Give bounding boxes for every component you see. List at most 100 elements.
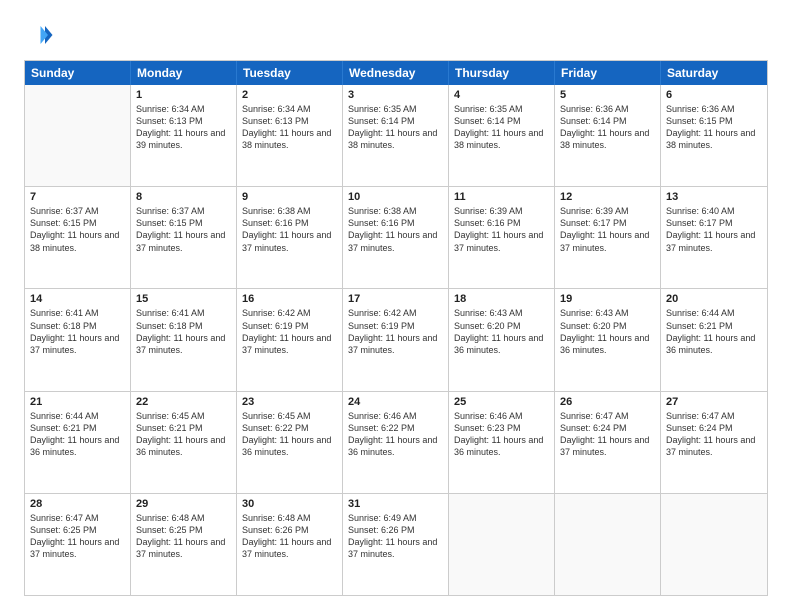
cell-info: Sunrise: 6:38 AMSunset: 6:16 PMDaylight:…	[242, 205, 337, 254]
logo	[24, 20, 58, 50]
cell-info: Sunrise: 6:44 AMSunset: 6:21 PMDaylight:…	[30, 410, 125, 459]
cell-info: Sunrise: 6:47 AMSunset: 6:25 PMDaylight:…	[30, 512, 125, 561]
day-number: 30	[242, 498, 337, 510]
cell-info: Sunrise: 6:43 AMSunset: 6:20 PMDaylight:…	[454, 307, 549, 356]
calendar-header: SundayMondayTuesdayWednesdayThursdayFrid…	[25, 61, 767, 85]
cell-info: Sunrise: 6:39 AMSunset: 6:17 PMDaylight:…	[560, 205, 655, 254]
calendar-cell: 8Sunrise: 6:37 AMSunset: 6:15 PMDaylight…	[131, 187, 237, 288]
cell-info: Sunrise: 6:46 AMSunset: 6:23 PMDaylight:…	[454, 410, 549, 459]
calendar-cell: 2 Sunrise: 6:34 AMSunset: 6:13 PMDaylight…	[237, 85, 343, 186]
calendar-cell: 26 Sunrise: 6:47 AMSunset: 6:24 PMDayligh…	[555, 392, 661, 493]
cell-info: Sunrise: 6:41 AMSunset: 6:18 PMDaylight:…	[30, 307, 125, 356]
calendar: SundayMondayTuesdayWednesdayThursdayFrid…	[24, 60, 768, 596]
calendar-cell: 16 Sunrise: 6:42 AMSunset: 6:19 PMDayligh…	[237, 289, 343, 390]
calendar-cell: 17 Sunrise: 6:42 AMSunset: 6:19 PMDayligh…	[343, 289, 449, 390]
calendar-cell: 20Sunrise: 6:44 AMSunset: 6:21 PMDayligh…	[661, 289, 767, 390]
day-number: 17	[348, 293, 443, 305]
calendar-cell: 19 Sunrise: 6:43 AMSunset: 6:20 PMDayligh…	[555, 289, 661, 390]
day-number: 12	[560, 191, 655, 203]
header-day-wednesday: Wednesday	[343, 61, 449, 85]
day-number: 8	[136, 191, 231, 203]
cell-info: Sunrise: 6:34 AMSunset: 6:13 PMDaylight:…	[136, 103, 231, 152]
cell-info: Sunrise: 6:36 AMSunset: 6:15 PMDaylight:…	[666, 103, 762, 152]
day-number: 16	[242, 293, 337, 305]
cell-info: Sunrise: 6:44 AMSunset: 6:21 PMDaylight:…	[666, 307, 762, 356]
calendar-cell: 10Sunrise: 6:38 AMSunset: 6:16 PMDayligh…	[343, 187, 449, 288]
cell-info: Sunrise: 6:39 AMSunset: 6:16 PMDaylight:…	[454, 205, 549, 254]
header-day-saturday: Saturday	[661, 61, 767, 85]
calendar-cell: 18 Sunrise: 6:43 AMSunset: 6:20 PMDayligh…	[449, 289, 555, 390]
calendar-cell: 15Sunrise: 6:41 AMSunset: 6:18 PMDayligh…	[131, 289, 237, 390]
day-number: 31	[348, 498, 443, 510]
day-number: 10	[348, 191, 443, 203]
cell-info: Sunrise: 6:43 AMSunset: 6:20 PMDaylight:…	[560, 307, 655, 356]
day-number: 1	[136, 89, 231, 101]
cell-info: Sunrise: 6:48 AMSunset: 6:25 PMDaylight:…	[136, 512, 231, 561]
calendar-cell: 24 Sunrise: 6:46 AMSunset: 6:22 PMDayligh…	[343, 392, 449, 493]
header-day-friday: Friday	[555, 61, 661, 85]
cell-info: Sunrise: 6:42 AMSunset: 6:19 PMDaylight:…	[242, 307, 337, 356]
calendar-cell: 28 Sunrise: 6:47 AMSunset: 6:25 PMDayligh…	[25, 494, 131, 595]
calendar-cell: 11Sunrise: 6:39 AMSunset: 6:16 PMDayligh…	[449, 187, 555, 288]
header-day-sunday: Sunday	[25, 61, 131, 85]
header-day-tuesday: Tuesday	[237, 61, 343, 85]
day-number: 9	[242, 191, 337, 203]
calendar-cell	[555, 494, 661, 595]
header	[24, 20, 768, 50]
cell-info: Sunrise: 6:49 AMSunset: 6:26 PMDaylight:…	[348, 512, 443, 561]
day-number: 18	[454, 293, 549, 305]
day-number: 23	[242, 396, 337, 408]
header-day-thursday: Thursday	[449, 61, 555, 85]
calendar-cell: 1 Sunrise: 6:34 AMSunset: 6:13 PMDaylight…	[131, 85, 237, 186]
page: SundayMondayTuesdayWednesdayThursdayFrid…	[0, 0, 792, 612]
cell-info: Sunrise: 6:46 AMSunset: 6:22 PMDaylight:…	[348, 410, 443, 459]
day-number: 29	[136, 498, 231, 510]
calendar-row-3: 21 Sunrise: 6:44 AMSunset: 6:21 PMDayligh…	[25, 391, 767, 493]
calendar-cell: 3 Sunrise: 6:35 AMSunset: 6:14 PMDaylight…	[343, 85, 449, 186]
calendar-cell: 23 Sunrise: 6:45 AMSunset: 6:22 PMDayligh…	[237, 392, 343, 493]
cell-info: Sunrise: 6:35 AMSunset: 6:14 PMDaylight:…	[348, 103, 443, 152]
day-number: 27	[666, 396, 762, 408]
calendar-cell: 14 Sunrise: 6:41 AMSunset: 6:18 PMDayligh…	[25, 289, 131, 390]
day-number: 3	[348, 89, 443, 101]
calendar-row-1: 7Sunrise: 6:37 AMSunset: 6:15 PMDaylight…	[25, 186, 767, 288]
calendar-cell: 9 Sunrise: 6:38 AMSunset: 6:16 PMDaylight…	[237, 187, 343, 288]
day-number: 15	[136, 293, 231, 305]
day-number: 28	[30, 498, 125, 510]
calendar-body: 1 Sunrise: 6:34 AMSunset: 6:13 PMDaylight…	[25, 85, 767, 595]
cell-info: Sunrise: 6:47 AMSunset: 6:24 PMDaylight:…	[560, 410, 655, 459]
calendar-cell: 21 Sunrise: 6:44 AMSunset: 6:21 PMDayligh…	[25, 392, 131, 493]
day-number: 19	[560, 293, 655, 305]
calendar-row-2: 14 Sunrise: 6:41 AMSunset: 6:18 PMDayligh…	[25, 288, 767, 390]
day-number: 14	[30, 293, 125, 305]
calendar-row-0: 1 Sunrise: 6:34 AMSunset: 6:13 PMDaylight…	[25, 85, 767, 186]
calendar-cell: 27 Sunrise: 6:47 AMSunset: 6:24 PMDayligh…	[661, 392, 767, 493]
calendar-cell: 22Sunrise: 6:45 AMSunset: 6:21 PMDayligh…	[131, 392, 237, 493]
calendar-cell: 4 Sunrise: 6:35 AMSunset: 6:14 PMDaylight…	[449, 85, 555, 186]
calendar-cell	[25, 85, 131, 186]
day-number: 21	[30, 396, 125, 408]
cell-info: Sunrise: 6:42 AMSunset: 6:19 PMDaylight:…	[348, 307, 443, 356]
calendar-cell	[449, 494, 555, 595]
day-number: 13	[666, 191, 762, 203]
calendar-cell: 31 Sunrise: 6:49 AMSunset: 6:26 PMDayligh…	[343, 494, 449, 595]
header-day-monday: Monday	[131, 61, 237, 85]
calendar-cell: 30 Sunrise: 6:48 AMSunset: 6:26 PMDayligh…	[237, 494, 343, 595]
calendar-row-4: 28 Sunrise: 6:47 AMSunset: 6:25 PMDayligh…	[25, 493, 767, 595]
day-number: 4	[454, 89, 549, 101]
day-number: 26	[560, 396, 655, 408]
cell-info: Sunrise: 6:45 AMSunset: 6:22 PMDaylight:…	[242, 410, 337, 459]
cell-info: Sunrise: 6:34 AMSunset: 6:13 PMDaylight:…	[242, 103, 337, 152]
cell-info: Sunrise: 6:47 AMSunset: 6:24 PMDaylight:…	[666, 410, 762, 459]
day-number: 25	[454, 396, 549, 408]
day-number: 7	[30, 191, 125, 203]
cell-info: Sunrise: 6:35 AMSunset: 6:14 PMDaylight:…	[454, 103, 549, 152]
calendar-cell: 6Sunrise: 6:36 AMSunset: 6:15 PMDaylight…	[661, 85, 767, 186]
logo-icon	[24, 20, 54, 50]
day-number: 24	[348, 396, 443, 408]
calendar-cell: 12 Sunrise: 6:39 AMSunset: 6:17 PMDayligh…	[555, 187, 661, 288]
cell-info: Sunrise: 6:48 AMSunset: 6:26 PMDaylight:…	[242, 512, 337, 561]
day-number: 22	[136, 396, 231, 408]
day-number: 2	[242, 89, 337, 101]
calendar-cell: 13Sunrise: 6:40 AMSunset: 6:17 PMDayligh…	[661, 187, 767, 288]
